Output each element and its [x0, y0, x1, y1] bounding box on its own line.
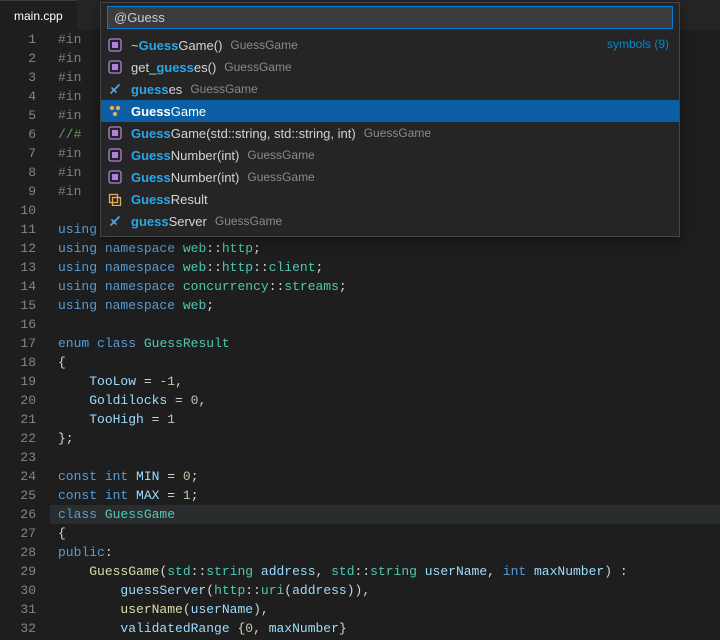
method-icon [107, 169, 123, 185]
field-icon [107, 213, 123, 229]
suggestion-container: GuessGame [364, 126, 431, 140]
suggestion-label: ~GuessGame() [131, 38, 222, 53]
symbol-suggestion[interactable]: get_guesses() GuessGame [101, 56, 679, 78]
symbol-suggestion[interactable]: guessServer GuessGame [101, 210, 679, 232]
suggestion-container: GuessGame [215, 214, 282, 228]
symbol-suggestion[interactable]: GuessNumber(int) GuessGame [101, 166, 679, 188]
symbol-suggestion[interactable]: GuessGame(std::string, std::string, int)… [101, 122, 679, 144]
method-icon [107, 125, 123, 141]
symbol-suggestion[interactable]: guesses GuessGame [101, 78, 679, 100]
symbols-count-hint[interactable]: symbols (9) [607, 37, 669, 51]
suggestion-container: GuessGame [224, 60, 291, 74]
method-icon [107, 37, 123, 53]
symbol-suggestion[interactable]: GuessNumber(int) GuessGame [101, 144, 679, 166]
suggestion-container: GuessGame [247, 170, 314, 184]
suggestion-label: guessServer [131, 214, 207, 229]
suggestion-label: GuessGame [131, 104, 206, 119]
suggestion-label: GuessResult [131, 192, 208, 207]
class-icon [107, 103, 123, 119]
line-number-gutter: 1234567891011121314151617181920212223242… [0, 30, 50, 638]
suggestion-container: GuessGame [230, 38, 297, 52]
suggestion-label: GuessGame(std::string, std::string, int) [131, 126, 356, 141]
suggestion-label: guesses [131, 82, 182, 97]
method-icon [107, 147, 123, 163]
field-icon [107, 81, 123, 97]
symbol-search-input[interactable] [107, 6, 673, 29]
symbol-picker: symbols (9) ~GuessGame()GuessGameget_gue… [100, 2, 680, 237]
method-icon [107, 59, 123, 75]
tab-label: main.cpp [14, 9, 63, 23]
symbol-suggestion[interactable]: GuessResult [101, 188, 679, 210]
suggestion-label: GuessNumber(int) [131, 170, 239, 185]
enum-icon [107, 191, 123, 207]
suggestion-label: GuessNumber(int) [131, 148, 239, 163]
symbol-suggestion[interactable]: GuessGame [101, 100, 679, 122]
suggestion-container: GuessGame [190, 82, 257, 96]
tab-main-cpp[interactable]: main.cpp [0, 0, 77, 30]
symbol-list: ~GuessGame()GuessGameget_guesses()GuessG… [101, 34, 679, 236]
symbol-suggestion[interactable]: ~GuessGame() GuessGame [101, 34, 679, 56]
suggestion-container: GuessGame [247, 148, 314, 162]
suggestion-label: get_guesses() [131, 60, 216, 75]
